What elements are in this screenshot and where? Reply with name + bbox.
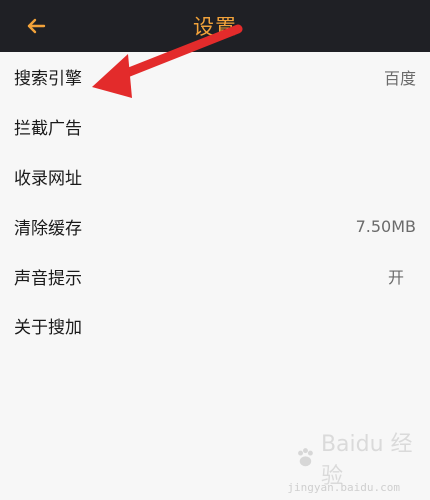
settings-row-value: 百度: [383, 68, 416, 88]
paw-icon: [298, 448, 313, 467]
settings-row-ad-block[interactable]: 拦截广告: [0, 101, 430, 152]
settings-row-label: 声音提示: [14, 268, 82, 289]
settings-row-about[interactable]: 关于搜加: [0, 300, 430, 351]
top-bar: 设置: [0, 0, 430, 52]
settings-screen: 设置 搜索引擎 百度 拦截广告 收录网址 清除缓存 7.50MB 声音提示 开 …: [0, 0, 430, 500]
settings-row-label: 收录网址: [14, 168, 82, 189]
settings-row-value: 7.50MB: [355, 216, 416, 236]
watermark-url: jingyan.baidu.com: [287, 481, 400, 494]
settings-row-label: 清除缓存: [14, 218, 82, 239]
settings-row-value: 开: [387, 268, 404, 288]
settings-row-label: 拦截广告: [14, 119, 82, 140]
page-title: 设置: [193, 15, 237, 39]
settings-row-search-engine[interactable]: 搜索引擎 百度: [0, 52, 430, 102]
settings-list: 搜索引擎 百度 拦截广告 收录网址 清除缓存 7.50MB 声音提示 开 关于搜…: [0, 52, 430, 351]
settings-row-label: 关于搜加: [14, 318, 82, 339]
settings-row-sound-alert[interactable]: 声音提示 开: [0, 251, 430, 301]
baidu-watermark: Baidu 经验: [294, 432, 414, 489]
settings-row-label: 搜索引擎: [14, 69, 82, 90]
settings-row-bookmarks[interactable]: 收录网址: [0, 151, 430, 202]
settings-row-clear-cache[interactable]: 清除缓存 7.50MB: [0, 201, 430, 252]
